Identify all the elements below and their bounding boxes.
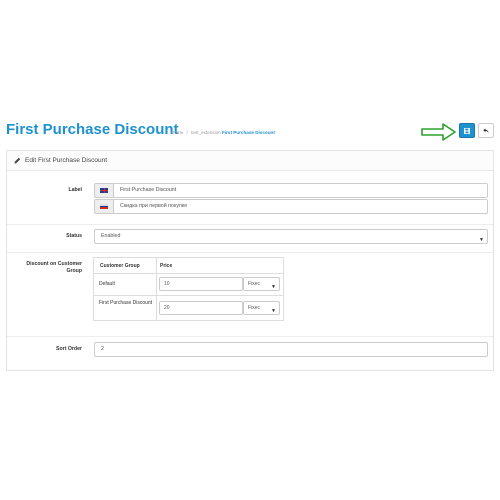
breadcrumb-extension[interactable]: test_extension (191, 130, 221, 135)
page-title: First Purchase Discount (6, 121, 179, 138)
price-type-select[interactable]: Fixec ▼ (243, 277, 280, 291)
save-icon (464, 127, 470, 134)
column-header-customer-group: Customer Group (100, 263, 140, 269)
sort-order-field-label: Sort Order (56, 346, 82, 352)
price-type-select[interactable]: Fixec ▼ (243, 301, 280, 315)
panel-heading: Edit First Purchase Discount (7, 151, 493, 171)
discount-field-label: Discount on Customer Group (26, 261, 82, 274)
reply-icon (483, 128, 489, 133)
flag-addon-ru (94, 199, 114, 214)
price-type-value: Fixec (248, 281, 260, 287)
table-cell-group: Default (99, 281, 115, 287)
price-input[interactable]: 20 (159, 301, 243, 315)
status-field-label: Status (66, 233, 82, 239)
breadcrumb-separator: / (186, 130, 188, 135)
ru-flag-icon (100, 204, 108, 209)
price-type-value: Fixec (248, 305, 260, 311)
save-button[interactable] (459, 123, 475, 138)
status-select[interactable]: Enabled ▼ (94, 229, 488, 244)
flag-addon-en (94, 183, 114, 198)
back-button[interactable] (478, 123, 494, 138)
row-divider (7, 224, 493, 225)
row-divider (7, 252, 493, 253)
chevron-down-icon: ▼ (271, 284, 276, 290)
status-select-value: Enabled (101, 233, 121, 239)
label-field-label: Label (68, 187, 82, 193)
uk-flag-icon (100, 188, 108, 193)
label-input-ru[interactable]: Скидка при первой покупке (113, 199, 488, 214)
price-input[interactable]: 10 (159, 277, 243, 291)
label-input-en[interactable]: First Purchase Discount (113, 183, 488, 198)
arrow-right-icon (421, 123, 456, 141)
breadcrumb-home[interactable]: Home (171, 130, 183, 135)
panel-title: Edit First Purchase Discount (25, 157, 108, 164)
sort-order-input[interactable]: 2 (94, 342, 488, 357)
breadcrumb: Home / test_extension First Purchase Dis… (171, 130, 275, 135)
table-divider (94, 273, 283, 274)
table-cell-group: First Purchase Discount (99, 300, 153, 306)
chevron-down-icon: ▼ (479, 237, 484, 243)
chevron-down-icon: ▼ (271, 308, 276, 314)
row-divider (7, 336, 493, 337)
pencil-icon (14, 157, 21, 164)
table-divider (94, 295, 283, 296)
column-header-price: Price (160, 263, 173, 269)
breadcrumb-current[interactable]: First Purchase Discount (222, 130, 275, 135)
table-divider (156, 258, 157, 320)
